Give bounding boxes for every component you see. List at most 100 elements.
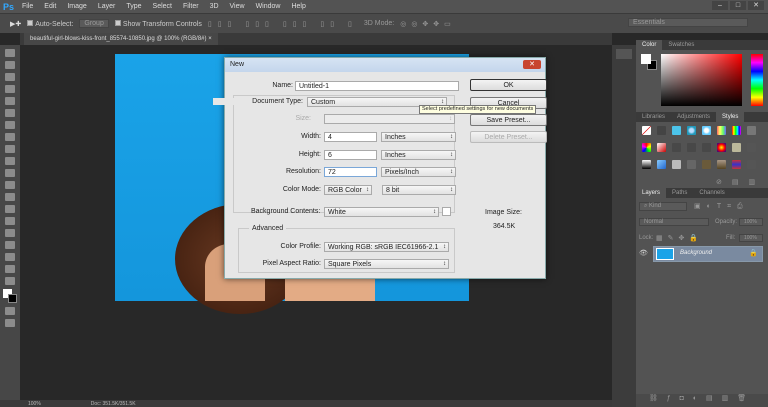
tab-swatches[interactable]: Swatches <box>662 40 700 50</box>
blur-tool[interactable] <box>5 193 15 201</box>
style-swatch[interactable] <box>747 160 756 169</box>
gradient-tool[interactable] <box>5 181 15 189</box>
tab-paths[interactable]: Paths <box>666 188 693 198</box>
size-select[interactable] <box>324 114 455 124</box>
restore-button[interactable]: □ <box>730 1 746 10</box>
hue-slider[interactable] <box>751 54 763 106</box>
style-swatch[interactable] <box>717 126 726 135</box>
stamp-tool[interactable] <box>5 145 15 153</box>
menu-help[interactable]: Help <box>291 3 305 10</box>
name-input[interactable]: Untitled-1 <box>295 81 459 91</box>
dodge-tool[interactable] <box>5 205 15 213</box>
menu-edit[interactable]: Edit <box>44 3 56 10</box>
tab-libraries[interactable]: Libraries <box>636 112 671 122</box>
auto-select-checkbox[interactable]: Auto-Select: <box>27 19 73 28</box>
crop-tool[interactable] <box>5 97 15 105</box>
tab-color[interactable]: Color <box>636 40 663 50</box>
style-swatch[interactable] <box>747 143 756 152</box>
style-swatch[interactable] <box>687 126 696 135</box>
color-field[interactable] <box>661 54 742 106</box>
style-swatch[interactable] <box>672 126 681 135</box>
bit-depth-select[interactable]: 8 bit <box>382 185 456 195</box>
close-window-button[interactable]: ✕ <box>748 1 764 10</box>
brush-tool[interactable] <box>5 133 15 141</box>
style-swatch[interactable] <box>657 126 666 135</box>
shape-tool[interactable] <box>5 253 15 261</box>
foreground-color[interactable] <box>641 54 651 64</box>
show-transform-checkbox[interactable]: Show Transform Controls <box>114 19 202 28</box>
background-color-swatch[interactable] <box>442 207 451 216</box>
layer-kind-filter[interactable]: ⌕ Kind <box>639 202 687 211</box>
style-swatch[interactable] <box>687 160 696 169</box>
blend-mode-select[interactable]: Normal <box>639 218 709 226</box>
zoom-level[interactable]: 100% <box>28 401 41 407</box>
style-swatch[interactable] <box>747 126 756 135</box>
quick-select-tool[interactable] <box>5 85 15 93</box>
style-swatch[interactable] <box>642 143 651 152</box>
eyedropper-tool[interactable] <box>5 109 15 117</box>
color-swatches[interactable] <box>3 289 17 303</box>
menu-type[interactable]: Type <box>126 3 141 10</box>
style-swatch[interactable] <box>672 160 681 169</box>
path-select-tool[interactable] <box>5 241 15 249</box>
move-tool-icon[interactable]: ▶✚ <box>10 20 21 28</box>
history-brush-tool[interactable] <box>5 157 15 165</box>
color-profile-select[interactable]: Working RGB: sRGB IEC61966-2.1 <box>324 242 449 252</box>
menu-3d[interactable]: 3D <box>210 3 219 10</box>
style-swatch[interactable] <box>642 126 651 135</box>
style-swatch[interactable] <box>642 160 651 169</box>
height-input[interactable]: 6 <box>324 150 377 160</box>
menu-layer[interactable]: Layer <box>98 3 116 10</box>
dialog-close-button[interactable]: ✕ <box>523 60 541 69</box>
fill-input[interactable]: 100% <box>739 234 763 242</box>
hand-tool[interactable] <box>5 265 15 273</box>
delete-preset-button[interactable]: Delete Preset... <box>470 131 547 143</box>
layer-row-background[interactable]: Background 🔒 <box>653 246 763 262</box>
menu-file[interactable]: File <box>22 3 33 10</box>
style-swatch[interactable] <box>717 160 726 169</box>
resolution-input[interactable]: 72 <box>324 167 377 177</box>
style-swatch[interactable] <box>732 160 741 169</box>
history-panel-icon[interactable] <box>616 49 632 59</box>
eraser-tool[interactable] <box>5 169 15 177</box>
close-tab-icon[interactable]: × <box>208 36 212 42</box>
pixel-aspect-ratio-select[interactable]: Square Pixels <box>324 259 449 269</box>
type-tool[interactable] <box>5 229 15 237</box>
tab-adjustments[interactable]: Adjustments <box>671 112 716 122</box>
align-icons[interactable]: ▯▯▯ ▯▯▯ ▯▯▯ ▯▯ ▯ <box>208 20 358 28</box>
visibility-eye-icon[interactable]: 👁 <box>639 247 651 261</box>
workspace-select[interactable]: Essentials <box>628 18 748 27</box>
filter-icons[interactable]: ▣◐T⌗⎙ <box>694 202 749 211</box>
style-swatch[interactable] <box>732 126 741 135</box>
move-tool[interactable] <box>5 49 15 57</box>
ok-button[interactable]: OK <box>470 79 547 91</box>
opacity-input[interactable]: 100% <box>739 218 763 226</box>
resolution-unit-select[interactable]: Pixels/Inch <box>381 167 456 177</box>
style-swatch[interactable] <box>657 160 666 169</box>
document-tab[interactable]: beautiful-girl-blows-kiss-front_85574-10… <box>24 33 218 45</box>
styles-footer-icons[interactable]: ⊘▤▥ <box>716 178 765 186</box>
style-swatch[interactable] <box>702 126 711 135</box>
color-mode-select[interactable]: RGB Color <box>324 185 372 195</box>
auto-select-target[interactable]: Group <box>79 19 109 28</box>
tab-layers[interactable]: Layers <box>636 188 667 198</box>
style-swatch[interactable] <box>657 143 666 152</box>
style-swatch[interactable] <box>702 160 711 169</box>
zoom-tool[interactable] <box>5 277 15 285</box>
menu-image[interactable]: Image <box>67 3 86 10</box>
layers-footer-icons[interactable]: ⛓ƒ◘◐▤▥🗑 <box>636 394 768 407</box>
width-input[interactable]: 4 <box>324 132 377 142</box>
menu-view[interactable]: View <box>230 3 245 10</box>
menu-select[interactable]: Select <box>153 3 172 10</box>
tab-styles[interactable]: Styles <box>716 112 745 122</box>
style-swatch[interactable] <box>732 143 741 152</box>
save-preset-button[interactable]: Save Preset... <box>470 114 547 126</box>
minimize-button[interactable]: – <box>712 1 728 10</box>
style-swatch[interactable] <box>687 143 696 152</box>
height-unit-select[interactable]: Inches <box>381 150 456 160</box>
3d-mode-icons[interactable]: ◎◎✥✥▭ <box>400 20 456 28</box>
healing-tool[interactable] <box>5 121 15 129</box>
background-contents-select[interactable]: White <box>324 207 439 217</box>
menu-window[interactable]: Window <box>256 3 281 10</box>
style-swatch[interactable] <box>717 143 726 152</box>
